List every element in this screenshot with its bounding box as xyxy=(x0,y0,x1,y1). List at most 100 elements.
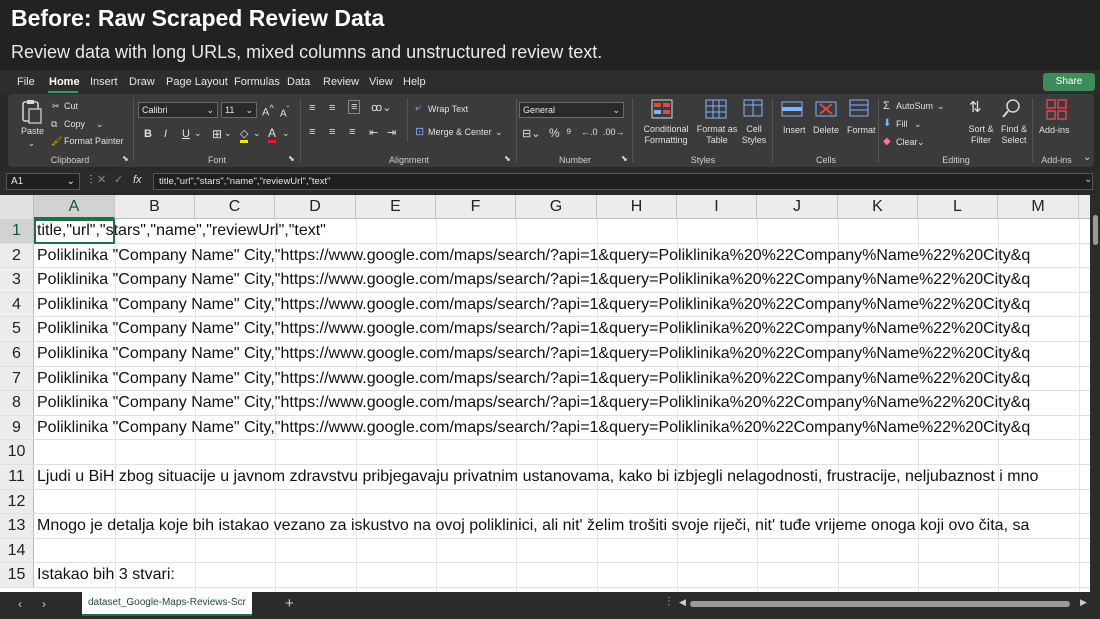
autosum-dropdown-icon[interactable]: ⌄ xyxy=(937,101,945,112)
cut-icon[interactable]: ✂ xyxy=(52,101,60,112)
fill-color-icon[interactable]: ◇ xyxy=(240,127,249,143)
row-header[interactable]: 10 xyxy=(0,440,34,464)
scroll-right-icon[interactable]: ▶ xyxy=(1080,597,1087,608)
row-header[interactable]: 8 xyxy=(0,391,34,415)
column-header[interactable]: G xyxy=(516,195,597,219)
tab-draw[interactable]: Draw xyxy=(129,76,155,88)
align-center-icon[interactable]: ≡ xyxy=(329,126,335,138)
spreadsheet-grid[interactable]: A B C D E F G H I J K L M 1 title,"url","… xyxy=(0,195,1090,592)
share-button[interactable]: Share xyxy=(1043,73,1095,91)
format-as-table-label[interactable]: Format as Table xyxy=(695,124,739,146)
cell-text[interactable]: Poliklinika "Company Name" City,"https:/… xyxy=(37,391,1030,415)
tab-home[interactable]: Home xyxy=(49,76,80,88)
accounting-format-icon[interactable]: ⊟⌄ xyxy=(522,127,540,140)
comma-style-icon[interactable]: ⁹ xyxy=(566,125,572,140)
font-name-select[interactable]: Calibri ⌄ xyxy=(138,102,218,118)
copy-icon[interactable]: ⧉ xyxy=(51,119,57,130)
cell-styles-icon[interactable] xyxy=(743,99,765,119)
align-top-icon[interactable]: ≡ xyxy=(309,102,315,114)
tab-view[interactable]: View xyxy=(369,76,393,88)
format-as-table-icon[interactable] xyxy=(705,99,727,119)
number-format-select[interactable]: General ⌄ xyxy=(519,102,624,118)
scroll-left-icon[interactable]: ‹ xyxy=(18,597,22,611)
underline-dropdown-icon[interactable]: ⌄ xyxy=(194,128,202,139)
merge-dropdown-icon[interactable]: ⌄ xyxy=(495,127,503,138)
name-box[interactable]: A1 ⌄ xyxy=(6,173,80,190)
clear-dropdown-icon[interactable]: ⌄ xyxy=(917,137,925,148)
cell-text[interactable]: Poliklinika "Company Name" City,"https:/… xyxy=(37,268,1030,292)
cell-text[interactable]: Poliklinika "Company Name" City,"https:/… xyxy=(37,317,1030,341)
insert-function-icon[interactable]: fx xyxy=(133,174,142,186)
borders-dropdown-icon[interactable]: ⌄ xyxy=(224,128,232,139)
merge-center-label[interactable]: Merge & Center xyxy=(428,127,492,137)
column-header[interactable]: L xyxy=(918,195,998,219)
column-header[interactable]: J xyxy=(757,195,838,219)
tab-review[interactable]: Review xyxy=(323,76,359,88)
format-cells-label[interactable]: Format xyxy=(847,125,876,135)
decrease-decimal-icon[interactable]: .00→ xyxy=(603,127,625,137)
row-header[interactable]: 11 xyxy=(0,465,34,489)
font-launcher-icon[interactable]: ⬊ xyxy=(288,154,295,163)
tab-data[interactable]: Data xyxy=(287,76,310,88)
column-header[interactable]: E xyxy=(356,195,436,219)
horizontal-scroll-thumb[interactable] xyxy=(690,601,1070,607)
column-header[interactable]: H xyxy=(597,195,677,219)
column-header[interactable]: M xyxy=(998,195,1079,219)
fill-icon[interactable]: ⬇ xyxy=(883,118,891,129)
column-header[interactable]: F xyxy=(436,195,516,219)
row-header[interactable]: 15 xyxy=(0,563,34,587)
row-header[interactable]: 9 xyxy=(0,415,34,440)
font-size-select[interactable]: 11 ⌄ xyxy=(221,102,257,118)
expand-formula-icon[interactable]: ⌄ xyxy=(1084,174,1092,185)
scroll-right-icon[interactable]: › xyxy=(42,597,46,611)
row-header[interactable]: 2 xyxy=(0,243,34,268)
copy-label[interactable]: Copy xyxy=(64,119,85,129)
row-header[interactable]: 14 xyxy=(0,538,34,563)
vertical-scrollbar[interactable] xyxy=(1090,195,1100,592)
collapse-ribbon-icon[interactable]: ⌄ xyxy=(1083,152,1091,163)
alignment-launcher-icon[interactable]: ⬊ xyxy=(504,154,511,163)
select-all-corner[interactable] xyxy=(0,195,34,219)
percent-style-icon[interactable]: % xyxy=(549,126,560,140)
column-header[interactable]: K xyxy=(838,195,918,219)
align-middle-icon[interactable]: ≡ xyxy=(329,102,335,114)
clipboard-launcher-icon[interactable]: ⬊ xyxy=(122,154,129,163)
paste-label[interactable]: Paste xyxy=(21,126,44,136)
insert-cells-icon[interactable] xyxy=(781,99,803,119)
row-header[interactable]: 7 xyxy=(0,366,34,391)
conditional-formatting-label[interactable]: Conditional Formatting xyxy=(636,124,696,146)
number-launcher-icon[interactable]: ⬊ xyxy=(621,154,628,163)
decrease-font-icon[interactable]: Aˇ xyxy=(280,104,289,119)
fill-dropdown-icon[interactable]: ⌄ xyxy=(914,119,922,130)
merge-center-icon[interactable]: ⊡ xyxy=(415,125,424,138)
autosum-icon[interactable]: Σ xyxy=(883,100,890,112)
row-header[interactable]: 13 xyxy=(0,514,34,538)
tab-page-layout[interactable]: Page Layout xyxy=(166,76,228,88)
column-header[interactable]: A xyxy=(34,195,115,219)
fill-label[interactable]: Fill xyxy=(896,119,908,129)
increase-indent-icon[interactable]: ⇥ xyxy=(387,126,396,139)
tab-file[interactable]: File xyxy=(17,76,35,88)
font-color-dropdown-icon[interactable]: ⌄ xyxy=(282,128,290,139)
scroll-left-icon[interactable]: ◀ xyxy=(679,597,686,608)
sort-filter-label[interactable]: Sort & Filter xyxy=(965,124,997,146)
cut-label[interactable]: Cut xyxy=(64,101,78,111)
cell-styles-label[interactable]: Cell Styles xyxy=(737,124,771,146)
sort-filter-icon[interactable]: ⇅ xyxy=(969,98,982,116)
wrap-text-label[interactable]: Wrap Text xyxy=(428,104,468,114)
sheet-tab[interactable]: dataset_Google-Maps-Reviews-Scr xyxy=(82,592,252,616)
column-header[interactable]: B xyxy=(115,195,195,219)
vertical-scroll-thumb[interactable] xyxy=(1093,215,1098,245)
align-right-icon[interactable]: ≡ xyxy=(349,126,355,138)
font-color-icon[interactable]: A xyxy=(268,126,277,143)
row-header[interactable]: 3 xyxy=(0,268,34,292)
row-header[interactable]: 12 xyxy=(0,489,34,514)
cell-text[interactable]: Poliklinika "Company Name" City,"https:/… xyxy=(37,342,1030,366)
increase-decimal-icon[interactable]: ←.0 xyxy=(581,127,598,137)
row-header[interactable]: 6 xyxy=(0,342,34,366)
clear-icon[interactable]: ◆ xyxy=(883,136,891,147)
addins-icon[interactable] xyxy=(1046,99,1068,121)
more-icon[interactable]: ⋮ xyxy=(664,596,674,607)
tab-formulas[interactable]: Formulas xyxy=(234,76,280,88)
paste-icon[interactable] xyxy=(20,99,42,125)
